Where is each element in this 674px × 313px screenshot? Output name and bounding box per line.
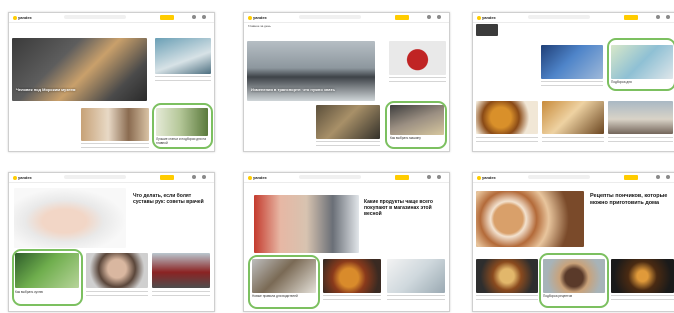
menu-icon[interactable]	[666, 15, 670, 19]
news-image[interactable]	[86, 253, 148, 288]
news-caption[interactable]	[542, 136, 604, 144]
news-caption[interactable]	[476, 294, 538, 302]
site-logo[interactable]: yandex	[248, 175, 267, 180]
news-caption[interactable]	[155, 75, 211, 83]
logo-icon	[13, 15, 17, 20]
hero-title[interactable]: Какие продукты чаще всего покупают в маг…	[364, 199, 442, 229]
news-image[interactable]	[323, 259, 381, 293]
menu-icon[interactable]	[202, 175, 206, 179]
news-image[interactable]	[155, 38, 211, 74]
news-image[interactable]	[316, 105, 380, 139]
user-icon[interactable]	[427, 175, 431, 179]
site-logo[interactable]: yandex	[477, 175, 496, 180]
search-button[interactable]	[160, 175, 174, 180]
hero-title[interactable]: Изменения в транспорте: что нужно знать	[251, 87, 371, 97]
news-image[interactable]	[476, 101, 538, 134]
logo-icon	[248, 15, 252, 20]
news-image[interactable]	[81, 108, 149, 141]
site-logo[interactable]: yandex	[13, 15, 32, 20]
highlight-ring	[385, 101, 447, 149]
news-image[interactable]	[476, 259, 538, 293]
menu-icon[interactable]	[666, 175, 670, 179]
header-bar: yandex	[473, 13, 674, 23]
news-caption[interactable]	[81, 142, 149, 149]
hero-title[interactable]: Что делать, если болят суставы рук: сове…	[133, 193, 207, 223]
user-icon[interactable]	[427, 15, 431, 19]
highlight-ring	[152, 103, 213, 149]
news-caption[interactable]	[86, 290, 148, 298]
site-logo[interactable]: yandex	[477, 15, 496, 20]
header-bar: yandex	[244, 173, 449, 183]
user-icon[interactable]	[656, 175, 660, 179]
user-icon[interactable]	[656, 15, 660, 19]
search-input[interactable]	[64, 175, 126, 179]
logo-icon	[477, 15, 481, 20]
header-bar: yandex	[9, 173, 214, 183]
hero-title[interactable]: Человек под Морским музеем	[16, 87, 144, 97]
user-icon[interactable]	[192, 175, 196, 179]
hero-image[interactable]	[14, 188, 126, 248]
news-image[interactable]	[387, 259, 445, 293]
search-input[interactable]	[299, 15, 361, 19]
news-caption[interactable]	[611, 294, 674, 302]
search-button[interactable]	[624, 175, 638, 180]
logo-icon	[248, 175, 252, 180]
news-image[interactable]	[152, 253, 210, 288]
search-input[interactable]	[64, 15, 126, 19]
search-input[interactable]	[299, 175, 361, 179]
menu-icon[interactable]	[202, 15, 206, 19]
highlight-ring	[607, 38, 674, 91]
user-icon[interactable]	[192, 15, 196, 19]
news-image[interactable]	[611, 259, 674, 293]
news-image[interactable]	[541, 45, 603, 79]
highlight-ring	[248, 255, 320, 309]
hero-image[interactable]	[254, 195, 359, 253]
news-image[interactable]	[608, 101, 673, 134]
search-input[interactable]	[528, 15, 590, 19]
search-button[interactable]	[624, 15, 638, 20]
news-caption[interactable]	[608, 136, 673, 144]
screenshot-thumbnail[interactable]: yandex Подборка дня	[472, 12, 674, 152]
highlight-ring	[12, 249, 83, 306]
search-button[interactable]	[160, 15, 174, 20]
hero-image[interactable]	[476, 191, 584, 247]
search-button[interactable]	[395, 175, 409, 180]
site-logo[interactable]: yandex	[13, 175, 32, 180]
news-caption[interactable]	[152, 290, 210, 298]
header-bar: yandex	[244, 13, 449, 23]
logo-icon	[477, 175, 481, 180]
screenshot-thumbnail[interactable]: yandex Какие продукты чаще всего покупаю…	[243, 172, 450, 312]
site-logo[interactable]: yandex	[248, 15, 267, 20]
news-caption[interactable]	[323, 294, 381, 302]
search-input[interactable]	[528, 175, 590, 179]
news-caption[interactable]	[541, 80, 603, 88]
menu-icon[interactable]	[437, 15, 441, 19]
menu-icon[interactable]	[437, 175, 441, 179]
logo-icon	[13, 175, 17, 180]
section-title: Главное за день	[248, 24, 271, 28]
news-image[interactable]	[476, 24, 498, 36]
hero-title[interactable]: Рецепты пончиков, которые можно приготов…	[590, 193, 674, 229]
screenshot-thumbnail[interactable]: yandex Главное за день Изменения в транс…	[243, 12, 450, 152]
news-image[interactable]	[542, 101, 604, 134]
header-bar: yandex	[473, 173, 674, 183]
news-caption[interactable]	[387, 294, 445, 302]
search-button[interactable]	[395, 15, 409, 20]
news-image[interactable]	[389, 41, 446, 75]
news-caption[interactable]	[389, 76, 446, 83]
news-caption[interactable]	[316, 140, 380, 148]
screenshot-thumbnail[interactable]: yandex Человек под Морским музеем Лучшие…	[8, 12, 215, 152]
news-caption[interactable]	[476, 136, 538, 144]
highlight-ring	[539, 253, 609, 308]
header-bar: yandex	[9, 13, 214, 23]
screenshot-thumbnail[interactable]: yandex Рецепты пончиков, которые можно п…	[472, 172, 674, 312]
screenshot-thumbnail[interactable]: yandex Что делать, если болят суставы ру…	[8, 172, 215, 312]
